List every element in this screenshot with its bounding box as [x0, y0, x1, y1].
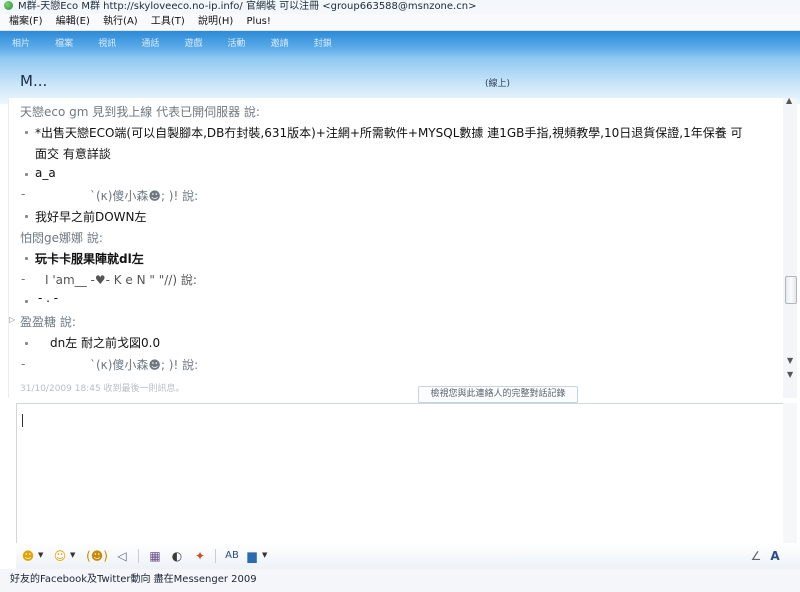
- message-text: 玩卡卡服果陣就dl左: [35, 252, 144, 266]
- message-input[interactable]: [16, 403, 785, 545]
- toolbar-invite[interactable]: 邀請: [271, 31, 289, 58]
- font-icon[interactable]: AB: [223, 549, 241, 563]
- menu-edit[interactable]: 編輯(E): [55, 14, 91, 30]
- toolbar-files[interactable]: 檔案: [55, 31, 73, 58]
- handwriting-icon[interactable]: ∠: [749, 549, 763, 563]
- scroll-up-icon[interactable]: ▲: [786, 96, 792, 105]
- last-message-timestamp: 31/10/2009 18:45 收到最後一則訊息。: [20, 384, 185, 394]
- status-bar: 好友的Facebook及Twitter動向 盡在Messenger 2009: [0, 569, 800, 592]
- formatting-toolbar: ☻ ▼ ☺ ▼ (☻) ◁ ▦ ◐ ✦ AB ▆ ▼ ∠ A: [16, 543, 800, 569]
- text-caret: [22, 414, 23, 427]
- scroll-thumb[interactable]: [785, 276, 797, 304]
- menu-bar: 檔案(F) 編輯(E) 執行(A) 工具(T) 說明(H) Plus!: [0, 14, 800, 31]
- chevron-down-icon[interactable]: ▼: [38, 551, 43, 559]
- bullet-icon: [25, 342, 28, 345]
- view-history-button[interactable]: 檢視您與此連絡人的完整對話記錄: [418, 386, 578, 403]
- menu-tools[interactable]: 工具(T): [150, 14, 186, 30]
- toolbar-block[interactable]: 封鎖: [314, 31, 332, 58]
- window-title: M群-天戀Eco M群 http://skyloveeco.no-ip.info…: [18, 1, 477, 12]
- expand-arrow-icon[interactable]: ▷: [9, 315, 15, 324]
- emoticon-icon[interactable]: ☻: [21, 549, 35, 563]
- message-text: *出售天戀ECO端(可以自製腳本,DB冇封裝,631版本)+注網+所需軟件+MY…: [35, 126, 743, 140]
- window-title-bar: M群-天戀Eco M群 http://skyloveeco.no-ip.info…: [0, 0, 800, 14]
- sender-dash: -: [21, 272, 26, 286]
- messenger-icon: [4, 1, 13, 10]
- wink-icon[interactable]: ☺: [53, 549, 67, 563]
- bullet-icon: [25, 173, 28, 176]
- action-toolbar: 相片 檔案 視訊 通話 遊戲 活動 邀請 封鎖: [0, 31, 800, 58]
- chevron-down-icon[interactable]: ▼: [70, 551, 75, 559]
- toolbar-activities[interactable]: 活動: [228, 31, 246, 58]
- text-mode-icon[interactable]: A: [768, 549, 782, 563]
- toolbar-call[interactable]: 通話: [141, 31, 159, 58]
- status-bar-text[interactable]: 好友的Facebook及Twitter動向 盡在Messenger 2009: [10, 574, 257, 585]
- message-sender: 怕悶ge娜娜 說:: [20, 231, 103, 245]
- toolbar-photos[interactable]: 相片: [12, 31, 30, 58]
- message-text: dn左 耐之前戈図0.0: [50, 336, 161, 350]
- menu-help[interactable]: 說明(H): [197, 14, 234, 30]
- message-sender: 天戀eco gm 見到我上線 代表已開伺服器 說:: [20, 105, 260, 119]
- message-text: a_a: [35, 166, 56, 180]
- voice-clip-icon[interactable]: ◁: [115, 549, 129, 563]
- conversation-history: [8, 98, 784, 398]
- menu-file[interactable]: 檔案(F): [8, 14, 44, 30]
- bullet-icon: [25, 257, 28, 260]
- chevron-down-icon[interactable]: ▼: [262, 551, 267, 559]
- ink-icon[interactable]: ◐: [170, 549, 184, 563]
- message-text: - . -: [38, 291, 59, 305]
- background-icon[interactable]: ▦: [148, 549, 162, 563]
- bullet-icon: [25, 215, 28, 218]
- color-icon[interactable]: ▆: [245, 549, 259, 563]
- menu-plus[interactable]: Plus!: [246, 14, 272, 30]
- scroll-down-icon[interactable]: ▼: [787, 370, 793, 379]
- bullet-icon: [25, 300, 28, 303]
- contact-name: M...: [20, 72, 48, 90]
- message-sender: 盈盈糖 說:: [20, 315, 76, 329]
- sender-dash: -: [21, 357, 26, 371]
- message-text: 我好早之前DOWN左: [35, 210, 147, 224]
- contact-status: (線上): [485, 79, 511, 89]
- toolbar-separator: [138, 549, 139, 563]
- message-sender: `(κ)傻小森☻; )! 說:: [90, 189, 199, 203]
- toolbar-video[interactable]: 視訊: [98, 31, 116, 58]
- input-scrollbar[interactable]: [783, 403, 797, 543]
- sender-dash: -: [21, 187, 26, 201]
- menu-actions[interactable]: 執行(A): [102, 14, 139, 30]
- message-sender: I 'am__ -♥- K e N " "//) 說:: [45, 273, 197, 287]
- bullet-icon: [25, 131, 28, 134]
- message-text: 面交 有意詳談: [35, 147, 111, 161]
- toolbar-games[interactable]: 遊戲: [184, 31, 202, 58]
- toolbar-separator: [215, 549, 216, 563]
- scroll-down-icon[interactable]: ▼: [787, 356, 793, 365]
- nudge-icon[interactable]: (☻): [86, 549, 108, 563]
- conversation-scrollbar[interactable]: ▲ ▼ ▼: [783, 96, 797, 398]
- message-sender: `(κ)傻小森☻; )! 說:: [90, 358, 199, 372]
- games-icon[interactable]: ✦: [193, 549, 207, 563]
